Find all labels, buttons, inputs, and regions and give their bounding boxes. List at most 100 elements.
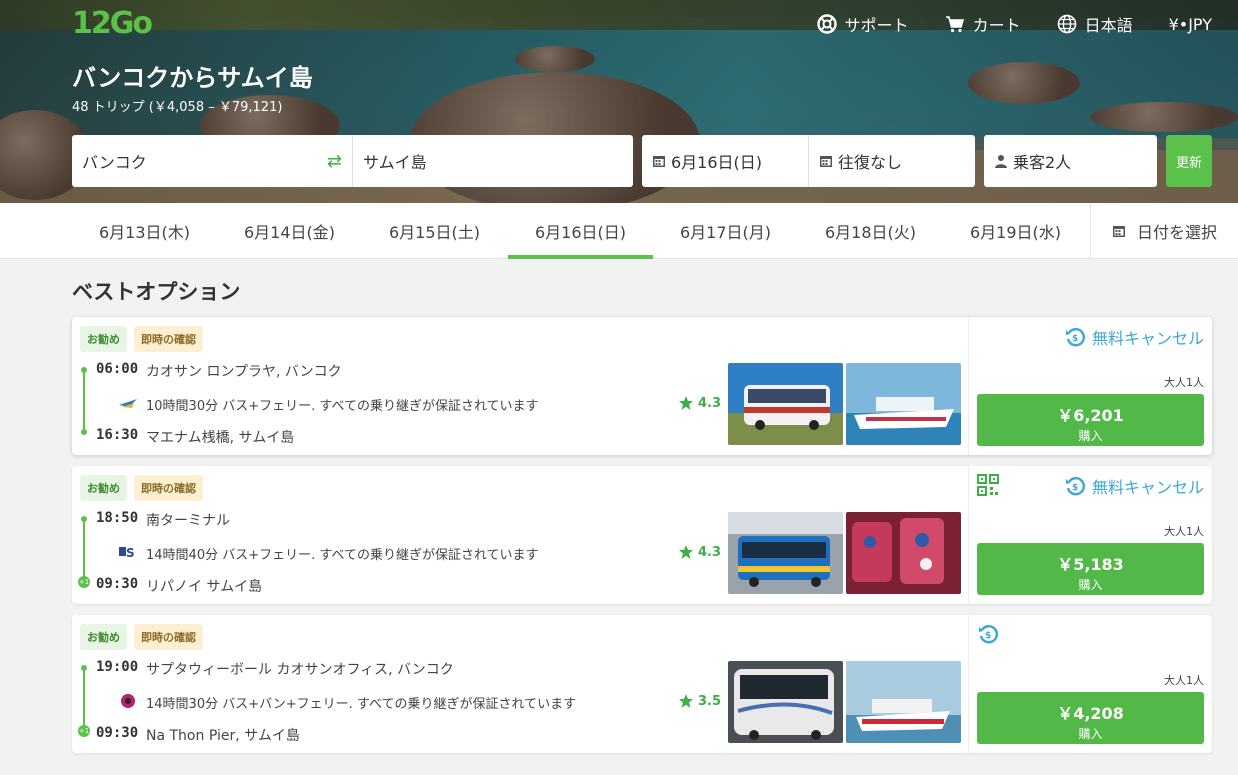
buy-label: 購入 — [1078, 727, 1103, 741]
svg-text:$: $ — [1072, 483, 1078, 493]
date-tab[interactable]: 6月19日(水) — [943, 203, 1088, 259]
origin-value: バンコク — [82, 153, 147, 172]
trip-count: 48 トリップ (￥4,058 – ￥79,121) — [72, 100, 283, 115]
rating-value: 3.5 — [698, 693, 722, 709]
star-icon — [679, 694, 693, 708]
refund-icon: $ — [1065, 477, 1085, 496]
timeline-line — [83, 369, 85, 433]
bus-photo[interactable] — [728, 661, 843, 743]
rating-value: 4.3 — [698, 395, 722, 411]
arrival-time: 09:30 — [96, 725, 139, 741]
date-tab-active[interactable]: 6月16日(日) — [508, 203, 653, 259]
recommended-badge: お勧め — [80, 624, 127, 650]
departure-date-value: 6月16日(日) — [671, 153, 763, 172]
bus-photo[interactable] — [728, 512, 843, 594]
buy-label: 購入 — [1078, 578, 1103, 592]
free-cancellation[interactable]: $ 無料キャンセル — [1064, 325, 1204, 349]
operator-logo-icon — [121, 694, 135, 708]
currency-label: ¥•JPY — [1168, 14, 1212, 34]
destination-value: サムイ島 — [363, 153, 427, 172]
rating[interactable]: 3.5 — [678, 693, 721, 709]
ferry-photo[interactable] — [846, 661, 961, 743]
arrival-dot — [81, 429, 87, 435]
passengers-value: 乗客2人 — [1013, 153, 1072, 172]
buy-button[interactable]: ￥4,208 購入 — [977, 692, 1204, 744]
rating[interactable]: 4.3 — [678, 544, 721, 560]
departure-place: 南ターミナル — [146, 513, 230, 529]
bus-photo[interactable] — [728, 363, 843, 445]
buy-label: 購入 — [1078, 429, 1103, 443]
instant-confirmation-badge: 即時の確認 — [134, 326, 203, 352]
passengers-field[interactable]: 乗客2人 — [984, 135, 1157, 187]
swap-icon[interactable]: ⇄ — [327, 151, 342, 172]
route-timeline — [81, 367, 87, 435]
calendar-icon — [820, 156, 832, 167]
date-tabs: 6月13日(木) 6月14日(金) 6月15日(土) 6月16日(日) 6月17… — [0, 203, 1238, 259]
departure-dot — [81, 367, 87, 373]
trip-summary: 14時間40分 バス+フェリー. すべての乗り継ぎが保証されています — [146, 548, 539, 563]
calendar-icon — [1112, 226, 1125, 237]
timeline-line — [83, 518, 85, 582]
ferry-photo[interactable] — [846, 363, 961, 445]
rating[interactable]: 4.3 — [678, 395, 721, 411]
trip-card[interactable]: お勧め 即時の確認 06:00 カオサン ロンプラヤ, バンコク 10時間30分… — [72, 317, 1212, 455]
badges: お勧め 即時の確認 — [80, 475, 203, 501]
timeline-line — [83, 667, 85, 731]
support-link[interactable]: サポート — [816, 12, 909, 36]
trip-card[interactable]: お勧め 即時の確認 +1 18:50 南ターミナル S 14時間40分 バス+フ… — [72, 466, 1212, 604]
trip-card[interactable]: お勧め 即時の確認 +1 19:00 サプタウィーボール カオサンオフィス, バ… — [72, 615, 1212, 753]
rating-value: 4.3 — [698, 544, 722, 560]
arrival-time: 16:30 — [96, 427, 139, 443]
price-box: $ 大人1人 ￥4,208 購入 — [968, 615, 1212, 753]
refund-icon: $ — [1065, 328, 1085, 347]
passenger-count: 大人1人 — [1164, 674, 1204, 687]
lifebuoy-icon — [816, 14, 837, 34]
date-tab[interactable]: 6月13日(木) — [72, 203, 217, 259]
date-tab[interactable]: 6月14日(金) — [217, 203, 362, 259]
departure-place: カオサン ロンプラヤ, バンコク — [146, 364, 342, 380]
date-tab[interactable]: 6月18日(火) — [798, 203, 943, 259]
price: ￥6,201 — [1057, 406, 1124, 425]
departure-date-field[interactable]: 6月16日(日) — [642, 135, 809, 187]
departure-dot — [81, 665, 87, 671]
cart-link[interactable]: カート — [945, 12, 1021, 36]
origin-field[interactable]: バンコク ⇄ — [72, 135, 353, 187]
departure-time: 18:50 — [96, 510, 139, 526]
price: ￥4,208 — [1057, 704, 1124, 723]
buy-button[interactable]: ￥6,201 購入 — [977, 394, 1204, 446]
instant-confirmation-badge: 即時の確認 — [134, 624, 203, 650]
destination-field[interactable]: サムイ島 — [353, 135, 633, 187]
pick-date-label: 日付を選択 — [1136, 223, 1217, 242]
return-date-field[interactable]: 往復なし — [809, 135, 975, 187]
language-selector[interactable]: 日本語 — [1057, 12, 1133, 36]
price-box: $ 無料キャンセル 大人1人 ￥5,183 購入 — [968, 466, 1212, 604]
svg-text:$: $ — [1072, 334, 1078, 344]
star-icon — [679, 545, 693, 559]
buy-button[interactable]: ￥5,183 購入 — [977, 543, 1204, 595]
free-cancellation[interactable]: $ 無料キャンセル — [1064, 474, 1204, 498]
refund-icon: $ — [979, 625, 998, 644]
badges: お勧め 即時の確認 — [80, 624, 203, 650]
arrival-place: リパノイ サムイ島 — [146, 579, 263, 595]
price: ￥5,183 — [1057, 555, 1124, 574]
cart-label: カート — [972, 16, 1021, 35]
pick-date-button[interactable]: 日付を選択 — [1090, 203, 1238, 259]
route-timeline: +1 — [78, 516, 90, 588]
return-date-value: 往復なし — [838, 153, 903, 172]
passengers-field-inner: 乗客2人 — [984, 135, 1071, 187]
date-tab[interactable]: 6月17日(月) — [653, 203, 798, 259]
star-icon — [679, 396, 693, 410]
currency-selector[interactable]: ¥•JPY — [1169, 15, 1212, 34]
free-cancellation-label: 無料キャンセル — [1091, 478, 1204, 497]
recommended-badge: お勧め — [80, 326, 127, 352]
recommended-badge: お勧め — [80, 475, 127, 501]
update-button[interactable]: 更新 — [1166, 135, 1212, 187]
date-fields: 6月16日(日) 往復なし — [642, 135, 975, 187]
section-title: ベストオプション — [72, 280, 241, 304]
bus-interior-photo[interactable] — [846, 512, 961, 594]
site-logo[interactable]: 12Go — [72, 6, 153, 41]
language-label: 日本語 — [1084, 16, 1133, 35]
trip-summary: 10時間30分 バス+フェリー. すべての乗り継ぎが保証されています — [146, 399, 539, 414]
next-day-marker: +1 — [78, 725, 90, 737]
date-tab[interactable]: 6月15日(土) — [362, 203, 507, 259]
